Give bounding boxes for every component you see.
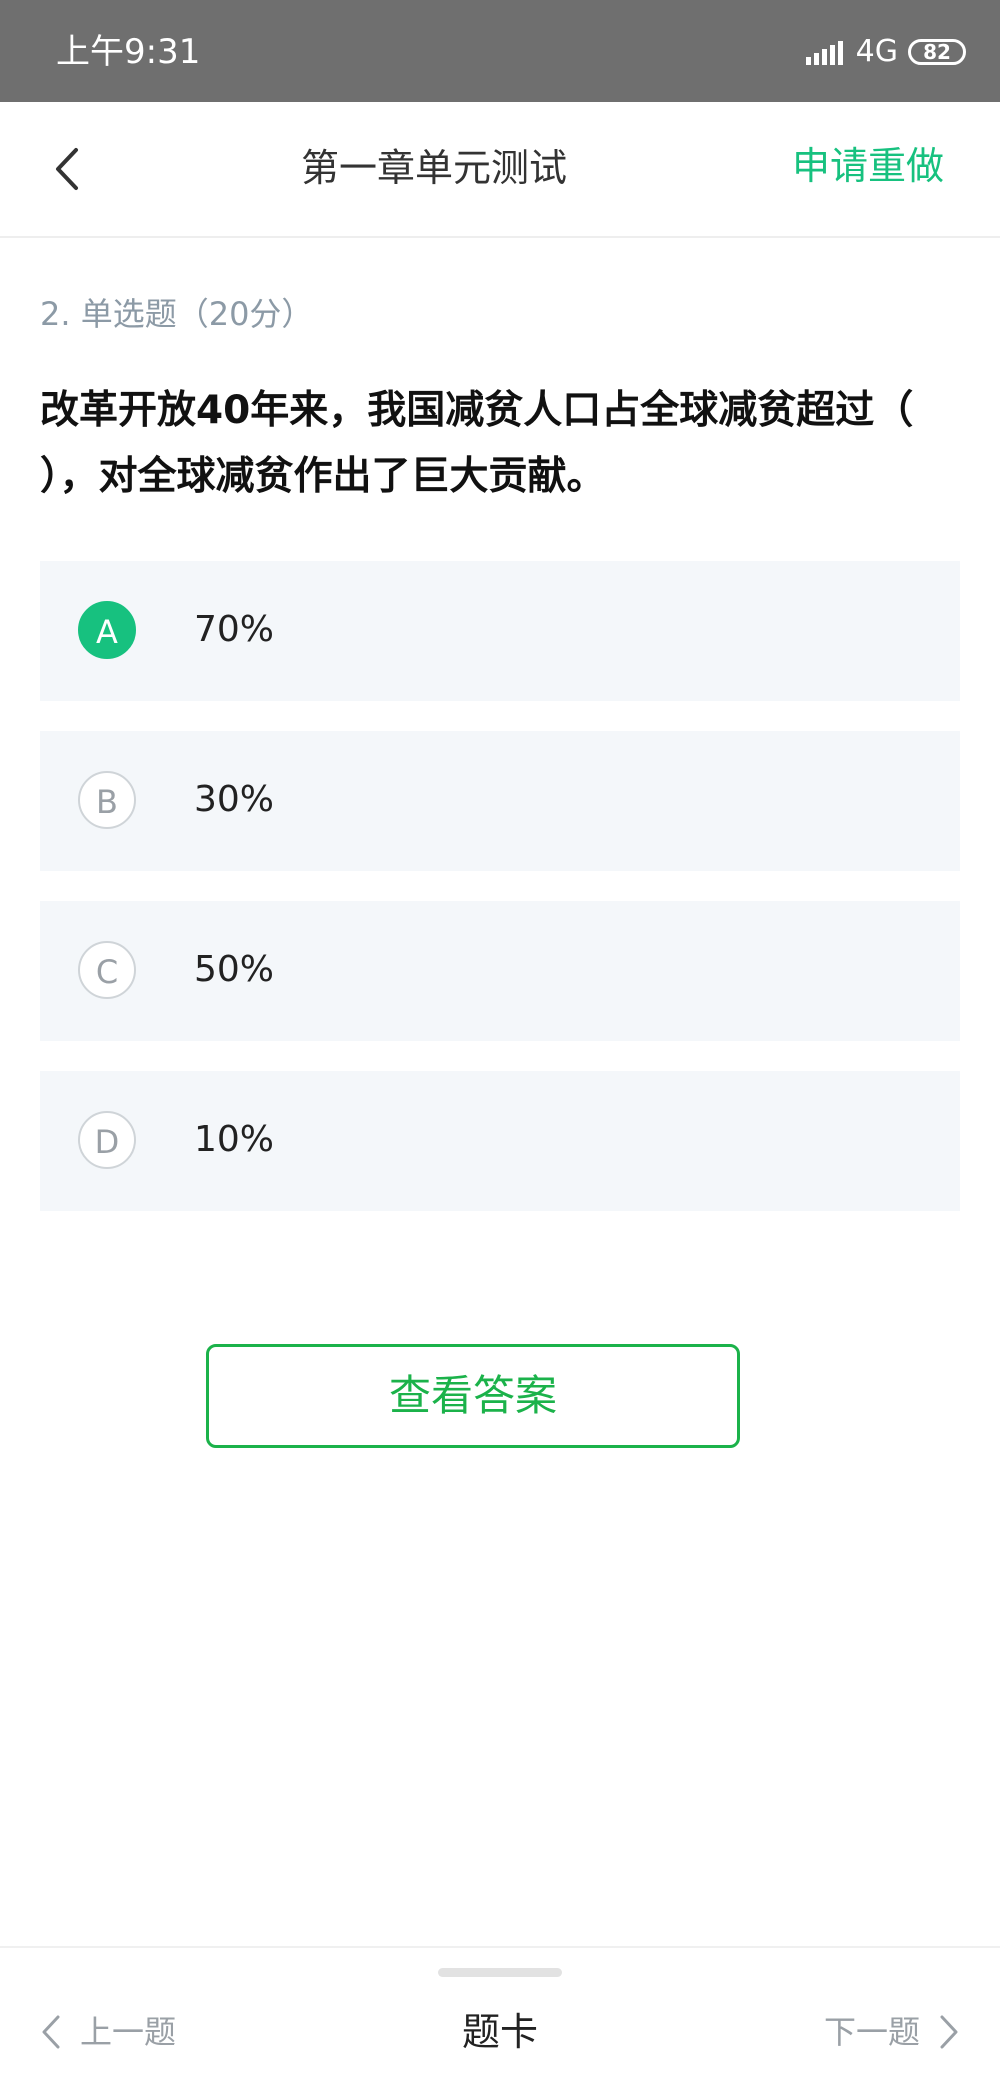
option-text: 30% <box>194 779 275 820</box>
header: 第一章单元测试 申请重做 <box>0 102 1000 238</box>
option-letter: A <box>78 601 136 659</box>
option-a[interactable]: A 70% <box>40 561 960 701</box>
status-time: 上午9:31 <box>56 32 201 72</box>
option-b[interactable]: B 30% <box>40 731 960 871</box>
next-question-label: 下一题 <box>823 2013 920 2051</box>
question-meta: 2. 单选题（20分） <box>40 295 314 333</box>
option-text: 70% <box>194 609 275 650</box>
drag-handle[interactable] <box>438 1968 562 1977</box>
page-title: 第一章单元测试 <box>300 146 567 190</box>
chevron-right-icon <box>940 2015 958 2049</box>
option-letter: C <box>78 941 136 999</box>
bottom-bar: 上一题 题卡 下一题 <box>0 1946 1000 2083</box>
option-d[interactable]: D 10% <box>40 1071 960 1211</box>
status-indicators: 4G 82 <box>805 34 966 70</box>
next-question-button[interactable]: 下一题 <box>824 2010 960 2054</box>
option-text: 50% <box>194 949 275 990</box>
question-text: 改革开放40年来，我国减贫人口占全球减贫超过（ ），对全球减贫作出了巨大贡献。 <box>40 388 914 499</box>
option-letter: D <box>78 1111 136 1169</box>
option-text: 10% <box>194 1119 275 1160</box>
option-letter: B <box>78 771 136 829</box>
view-answer-button[interactable]: 查看答案 <box>206 1344 740 1448</box>
network-type: 4G <box>855 34 898 69</box>
option-c[interactable]: C 50% <box>40 901 960 1041</box>
status-bar: 上午9:31 4G 82 <box>0 0 1000 102</box>
battery-level: 82 <box>923 40 951 64</box>
battery-icon: 82 <box>908 39 966 65</box>
signal-icon <box>805 39 846 65</box>
request-redo-button[interactable]: 申请重做 <box>792 140 944 192</box>
